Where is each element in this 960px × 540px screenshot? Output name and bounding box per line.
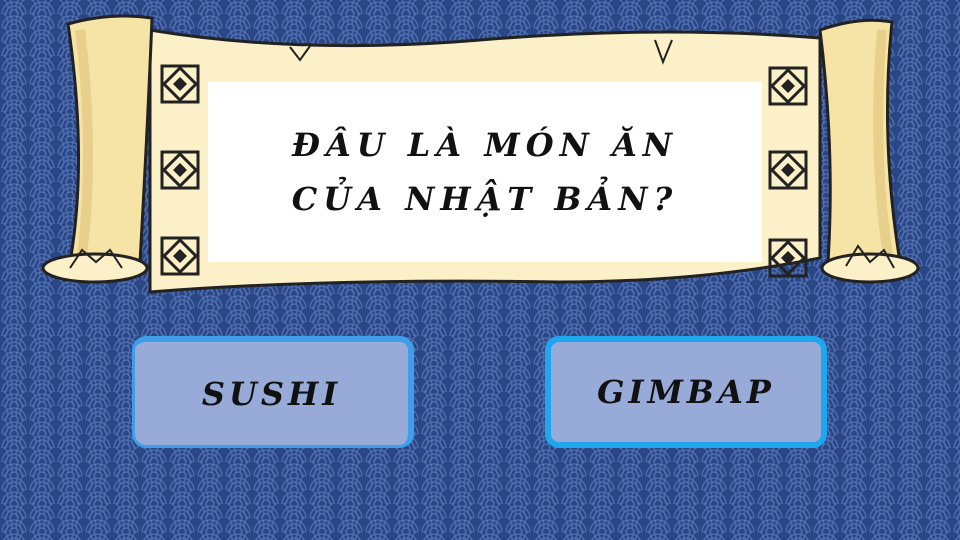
answer-button-gimbap[interactable]: GIMBAP	[545, 336, 827, 448]
answer-button-sushi[interactable]: SUSHI	[132, 336, 414, 448]
answer-label: SUSHI	[201, 374, 342, 413]
question-line-1: ĐÂU LÀ MÓN ĂN	[291, 125, 679, 164]
question-text: ĐÂU LÀ MÓN ĂN CỦA NHẬT BẢN?	[208, 82, 762, 262]
answer-label: GIMBAP	[597, 373, 775, 411]
question-line-2: CỦA NHẬT BẢN?	[291, 180, 679, 218]
